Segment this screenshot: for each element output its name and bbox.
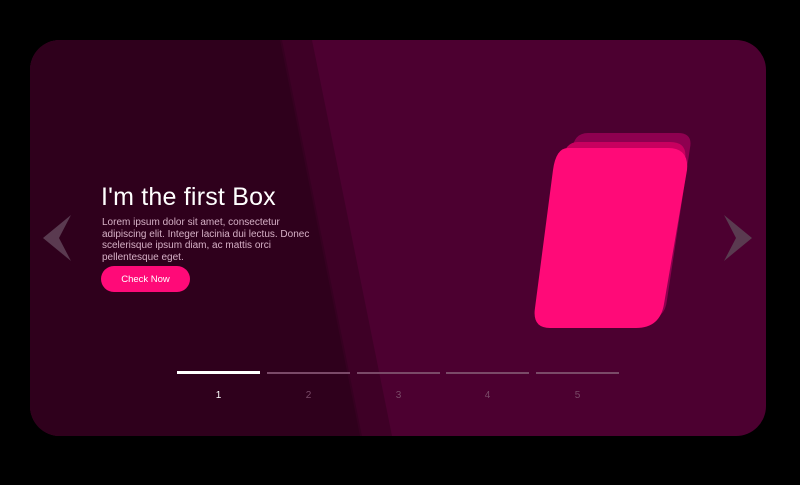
- prev-slide-button[interactable]: [43, 215, 73, 261]
- pager-item-5[interactable]: 5: [536, 371, 619, 403]
- pager-progress-bar: [177, 371, 260, 374]
- pager-progress-bar: [446, 372, 529, 374]
- pager-progress-bar: [267, 372, 350, 374]
- chevron-right-icon: [724, 215, 752, 261]
- pager-number: 2: [305, 390, 312, 401]
- pager-number: 3: [395, 390, 402, 401]
- pager-item-3[interactable]: 3: [357, 371, 440, 403]
- stacked-cards-illustration: [534, 133, 691, 328]
- check-now-button[interactable]: Check Now: [101, 266, 190, 292]
- pager-number: 1: [215, 390, 222, 401]
- pager-item-4[interactable]: 4: [446, 371, 529, 403]
- pager-progress-bar: [536, 372, 619, 374]
- pager-number: 5: [574, 390, 581, 401]
- pager-number: 4: [484, 390, 491, 401]
- chevron-left-icon: [43, 215, 71, 261]
- pager-item-1[interactable]: 1: [177, 371, 260, 403]
- pager-progress-bar: [357, 372, 440, 374]
- slide-description: Lorem ipsum dolor sit amet, consectetur …: [102, 217, 310, 263]
- next-slide-button[interactable]: [722, 215, 752, 261]
- slide-title: I'm the first Box: [101, 183, 276, 211]
- card-front: [534, 148, 688, 328]
- pager-item-2[interactable]: 2: [267, 371, 350, 403]
- slide-pager: 1 2 3 4 5: [177, 371, 627, 403]
